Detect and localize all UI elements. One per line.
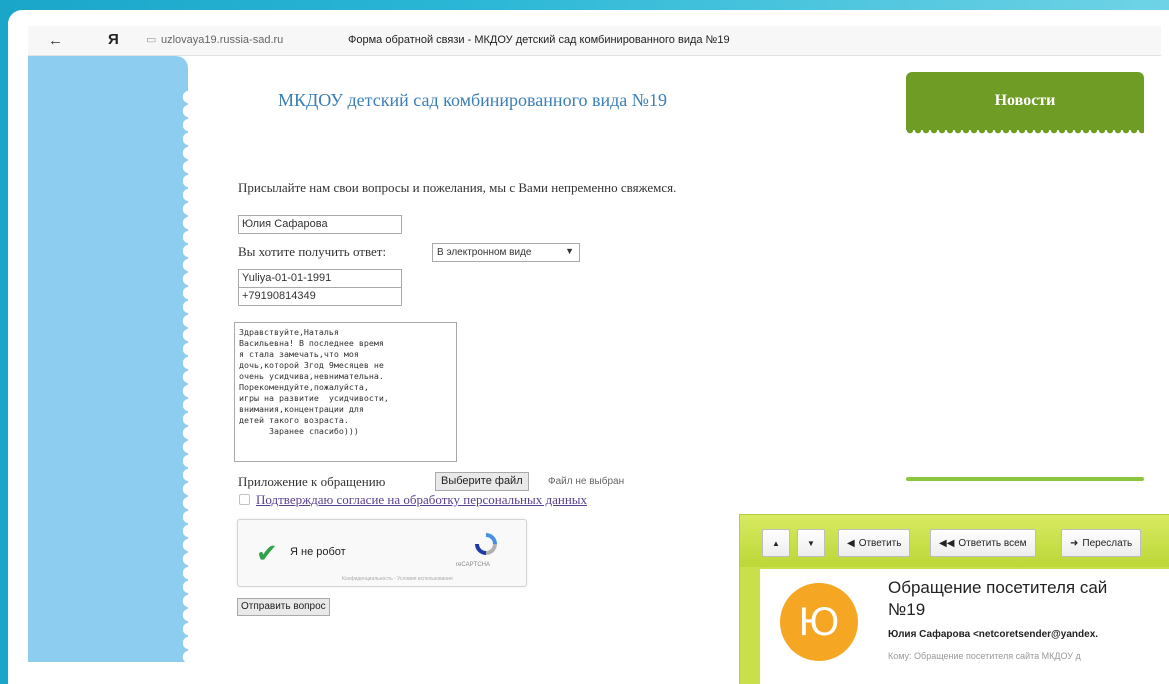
- back-arrow-icon[interactable]: ←: [48, 32, 63, 49]
- consent-link[interactable]: Подтверждаю согласие на обработку персон…: [256, 492, 587, 508]
- email-field[interactable]: Yuliya-01-01-1991: [238, 269, 402, 288]
- news-tab[interactable]: Новости: [906, 72, 1144, 134]
- reply-label: Ответить: [858, 537, 902, 549]
- next-message-button[interactable]: ▼: [797, 529, 825, 557]
- email-subject-line2: №19: [888, 600, 926, 619]
- yandex-logo-icon[interactable]: Я: [108, 31, 119, 48]
- site-title: МКДОУ детский сад комбинированного вида …: [278, 90, 667, 110]
- forward-label: Переслать: [1082, 537, 1133, 549]
- page-title: Форма обратной связи - МКДОУ детский сад…: [348, 34, 730, 46]
- chevron-down-icon: ▼: [807, 538, 815, 548]
- reply-all-label: Ответить всем: [958, 537, 1027, 549]
- url-text[interactable]: uzlovaya19.russia-sad.ru: [161, 34, 283, 46]
- form-intro: Присылайте нам свои вопросы и пожелания,…: [238, 180, 677, 195]
- browser-address-bar: ← Я ▭ uzlovaya19.russia-sad.ru Форма обр…: [28, 26, 1161, 56]
- recaptcha-widget[interactable]: ✔ Я не робот reCAPTCHA Конфиденциальност…: [237, 519, 527, 587]
- prev-message-button[interactable]: ▲: [762, 529, 790, 557]
- recaptcha-logo-icon: [475, 533, 497, 555]
- email-toolbar: ▲ ▼ ◀ Ответить ◀◀ Ответить всем ➜ Пересл…: [740, 515, 1169, 567]
- sidebar-wave-edge: [175, 90, 189, 662]
- captcha-brand: reCAPTCHA: [456, 562, 491, 568]
- attach-label: Приложение к обращению: [238, 474, 386, 489]
- phone-field[interactable]: +79190814349: [238, 287, 402, 306]
- email-subject-line1: Обращение посетителя сай: [888, 578, 1108, 597]
- chevron-down-icon: ▼: [565, 246, 574, 256]
- reply-button[interactable]: ◀ Ответить: [838, 529, 911, 557]
- checkmark-icon: ✔: [256, 538, 278, 568]
- captcha-label: Я не робот: [290, 546, 346, 558]
- news-divider: [906, 477, 1144, 481]
- sender-avatar: Ю: [780, 583, 858, 661]
- chevron-up-icon: ▲: [772, 538, 780, 548]
- left-sidebar: [28, 56, 188, 662]
- page-icon: ▭: [146, 34, 157, 46]
- captcha-terms[interactable]: Конфиденциальность - Условия использован…: [342, 576, 453, 582]
- forward-icon: ➜: [1070, 537, 1079, 549]
- answer-select-value: В электронном виде: [437, 247, 532, 258]
- reply-all-button[interactable]: ◀◀ Ответить всем: [930, 529, 1036, 557]
- answer-label: Вы хотите получить ответ:: [238, 244, 387, 259]
- consent-checkbox[interactable]: [239, 494, 250, 505]
- file-status: Файл не выбран: [548, 476, 625, 487]
- answer-select[interactable]: В электронном виде ▼: [432, 243, 580, 262]
- message-textarea[interactable]: Здравствуйте,Наталья Васильевна! В после…: [234, 322, 457, 462]
- email-from[interactable]: Юлия Сафарова <netcoretsender@yandex.: [888, 629, 1098, 640]
- email-panel: ▲ ▼ ◀ Ответить ◀◀ Ответить всем ➜ Пересл…: [739, 514, 1169, 684]
- email-subject: Обращение посетителя сай №19: [888, 577, 1107, 621]
- email-body: Ю Обращение посетителя сай №19 Юлия Сафа…: [760, 569, 1169, 684]
- submit-button[interactable]: Отправить вопрос: [237, 598, 330, 616]
- reply-icon: ◀: [847, 537, 855, 549]
- forward-button[interactable]: ➜ Переслать: [1061, 529, 1142, 557]
- email-to: Кому: Обращение посетителя сайта МКДОУ д: [888, 651, 1081, 661]
- name-field[interactable]: Юлия Сафарова: [238, 215, 402, 234]
- choose-file-button[interactable]: Выберите файл: [435, 472, 529, 491]
- reply-all-icon: ◀◀: [939, 537, 955, 549]
